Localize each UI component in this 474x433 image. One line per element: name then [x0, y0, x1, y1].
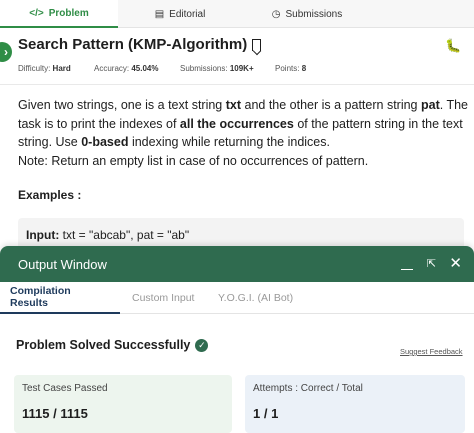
status-message: Problem Solved Successfully ✓ [16, 338, 209, 352]
check-circle-icon: ✓ [195, 338, 209, 352]
divider [0, 84, 474, 85]
output-window-header: Output Window ⇱ ✕ [0, 246, 474, 282]
attempts-card: Attempts : Correct / Total 1 / 1 [245, 375, 465, 433]
attempts-value: 1 / 1 [253, 406, 279, 421]
suggest-feedback-link[interactable]: Suggest Feedback [400, 347, 463, 356]
tab-custom-input[interactable]: Custom Input [132, 282, 194, 314]
test-cases-card: Test Cases Passed 1115 / 1115 [14, 375, 232, 433]
tab-problem[interactable]: </> Problem [0, 0, 118, 28]
top-tab-bar: </> Problem ▤ Editorial ◷ Submissions [0, 0, 474, 28]
minimize-icon[interactable] [401, 258, 414, 270]
tab-problem-label: Problem [48, 7, 89, 19]
problem-description: Given two strings, one is a text string … [18, 98, 468, 168]
bookmark-icon[interactable] [252, 38, 262, 51]
close-icon[interactable]: ✕ [449, 256, 462, 271]
code-icon: </> [29, 7, 44, 19]
test-cases-value: 1115 / 1115 [22, 406, 88, 421]
problem-meta: Difficulty: Hard Accuracy: 45.04% Submis… [18, 64, 306, 73]
bug-report-icon[interactable]: 🐛 [445, 38, 461, 54]
tab-editorial[interactable]: ▤ Editorial [125, 0, 235, 28]
problem-note: Note: Return an empty list in case of no… [18, 153, 369, 168]
examples-heading: Examples : [18, 188, 82, 202]
tab-submissions[interactable]: ◷ Submissions [248, 0, 366, 28]
document-icon: ▤ [154, 8, 165, 20]
points: Points: 8 [275, 64, 307, 73]
clock-icon: ◷ [271, 8, 281, 20]
submissions-count: Submissions: 109K+ [180, 64, 254, 73]
attempts-label: Attempts : Correct / Total [253, 383, 363, 394]
problem-title: Search Pattern (KMP-Algorithm) [18, 36, 262, 53]
problem-title-text: Search Pattern (KMP-Algorithm) [18, 36, 248, 53]
difficulty: Difficulty: Hard [18, 64, 71, 73]
output-tabs: Compilation Results Custom Input Y.O.G.I… [0, 282, 474, 314]
test-cases-label: Test Cases Passed [22, 383, 108, 394]
tab-yogi-ai-bot[interactable]: Y.O.G.I. (AI Bot) [218, 282, 293, 314]
tab-editorial-label: Editorial [169, 8, 206, 20]
output-window: Output Window ⇱ ✕ Compilation Results Cu… [0, 246, 474, 433]
tab-submissions-label: Submissions [285, 8, 343, 20]
expand-panel-icon[interactable]: › [0, 42, 12, 62]
expand-icon[interactable]: ⇱ [425, 258, 437, 270]
tab-compilation-results[interactable]: Compilation Results [0, 282, 120, 314]
example-input-value: txt = "abcab", pat = "ab" [59, 228, 190, 242]
accuracy: Accuracy: 45.04% [94, 64, 159, 73]
status-text: Problem Solved Successfully [16, 338, 191, 352]
example-input-label: Input: [26, 228, 60, 242]
output-window-title: Output Window [18, 256, 107, 272]
